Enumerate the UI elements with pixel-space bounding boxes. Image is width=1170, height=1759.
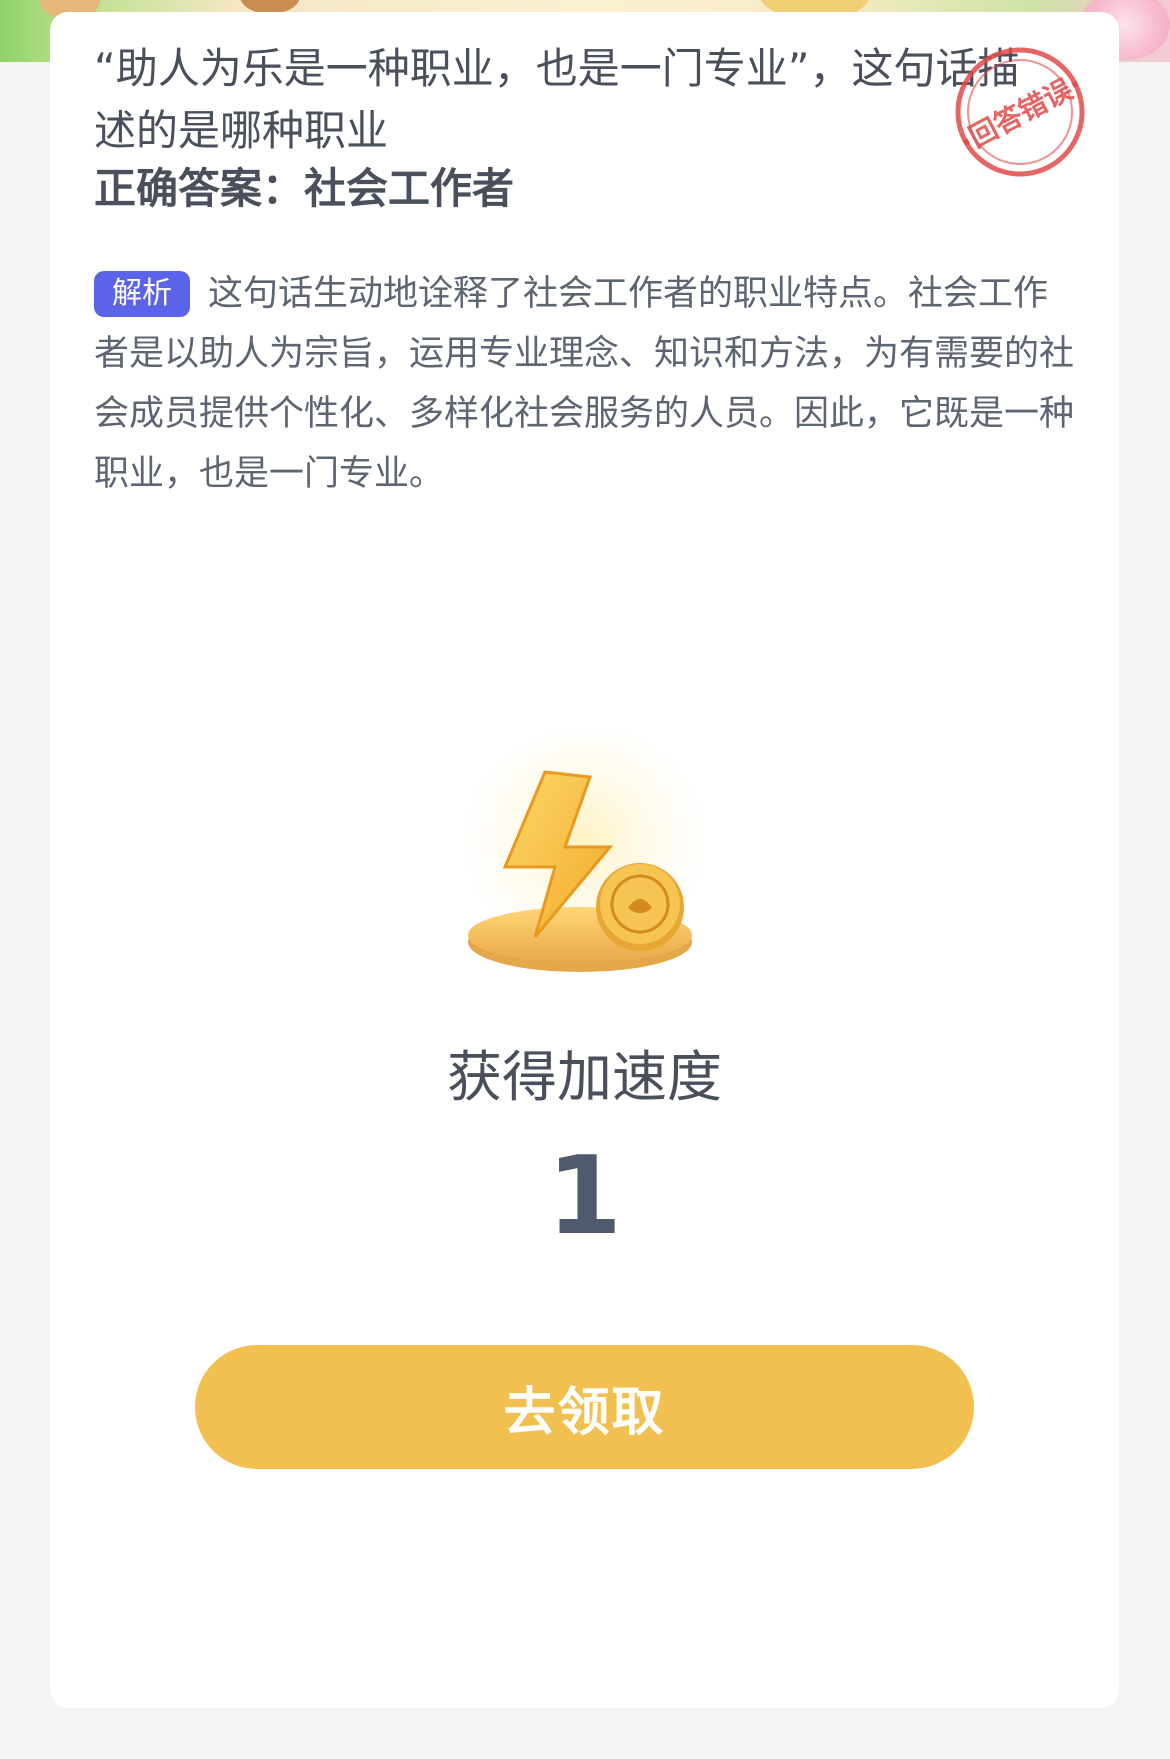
claim-button[interactable]: 去领取 bbox=[195, 1345, 974, 1469]
analysis-tag: 解析 bbox=[94, 271, 190, 317]
analysis-paragraph: 解析 这句话生动地诠释了社会工作者的职业特点。社会工作者是以助人为宗旨，运用专业理… bbox=[94, 264, 1074, 504]
result-card: “助人为乐是一种职业，也是一门专业”，这句话描述的是哪种职业 正确答案：社会工作… bbox=[50, 12, 1119, 1708]
reward-value: 1 bbox=[546, 1134, 623, 1259]
correct-answer: 正确答案：社会工作者 bbox=[94, 164, 515, 213]
reward-title: 获得加速度 bbox=[446, 1045, 722, 1109]
wrong-answer-stamp-icon: ·回答错误· bbox=[954, 47, 1087, 177]
stamp-label: ·回答错误· bbox=[954, 67, 1087, 159]
analysis-text: 这句话生动地诠释了社会工作者的职业特点。社会工作者是以助人为宗旨，运用专业理念、… bbox=[94, 274, 1075, 494]
question-text: “助人为乐是一种职业，也是一门专业”，这句话描述的是哪种职业 bbox=[94, 44, 1020, 155]
lightning-coin-icon bbox=[440, 727, 730, 992]
